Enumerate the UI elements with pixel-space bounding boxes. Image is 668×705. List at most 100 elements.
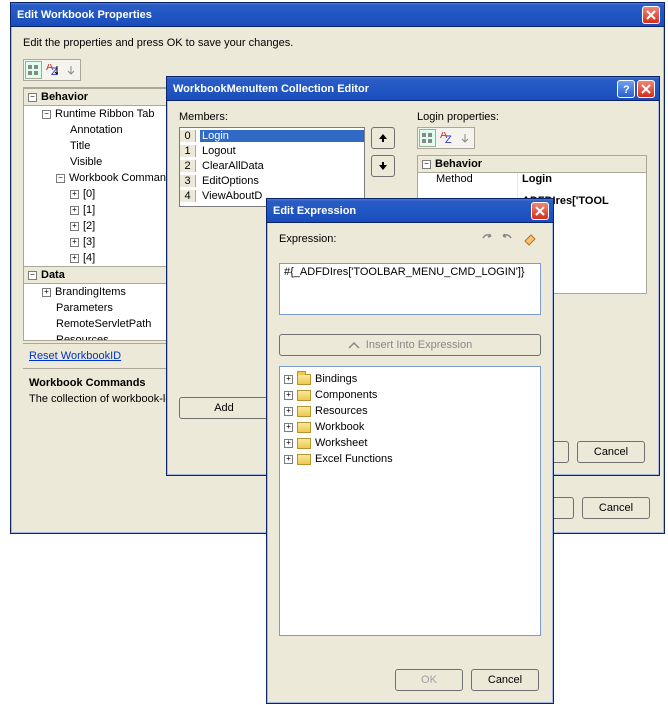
add-button[interactable]: Add [179,397,269,419]
tree-item-label: Runtime Ribbon Tab [55,108,154,120]
insert-label: Insert Into Expression [366,339,472,351]
instruction-text: Edit the properties and press OK to save… [23,37,652,49]
expand-icon[interactable]: + [70,206,79,215]
collapse-icon[interactable]: − [28,93,37,102]
propgrid-toolbar: AZ [417,127,475,149]
win2-cancel-button[interactable]: Cancel [577,441,645,463]
expand-icon[interactable]: + [284,455,293,464]
bindings-tree[interactable]: +Bindings +Components +Resources + Workbo… [279,366,541,636]
view-toolbar: AZ [23,59,81,81]
win2-help-button[interactable]: ? [617,80,635,98]
members-listbox[interactable]: 0Login 1Logout 2ClearAllData 3EditOption… [179,127,365,207]
property-value[interactable]: Login [518,173,646,189]
tree-item-label: [1] [83,204,95,216]
propgrid-sort-button[interactable] [456,129,473,147]
tree-item-label: BrandingItems [55,286,126,298]
workbook-folder-item[interactable]: + Workbook [284,419,536,435]
insert-into-expression-button[interactable]: Insert Into Expression [279,334,541,356]
reorder-buttons [371,127,395,207]
clear-button[interactable] [521,229,539,247]
behavior-group-header[interactable]: − Behavior [418,156,646,173]
member-label: ClearAllData [200,160,364,172]
redo-button[interactable] [499,229,517,247]
member-index: 0 [180,130,196,142]
undo-button[interactable] [477,229,495,247]
reset-workbook-id-link[interactable]: Reset WorkbookID [29,350,121,362]
win3-button-row: OK Cancel [395,669,539,691]
worksheet-folder-item[interactable]: + Worksheet [284,435,536,451]
member-item-login[interactable]: 0Login [180,128,364,143]
collapse-icon[interactable]: − [422,160,431,169]
expand-icon[interactable]: + [284,439,293,448]
win3-titlebar[interactable]: Edit Expression [267,199,553,223]
bindings-folder-item[interactable]: +Bindings [284,371,536,387]
method-property-row[interactable]: Method Login [418,173,646,189]
move-down-button[interactable] [371,155,395,177]
data-label: Data [41,269,65,281]
tree-item-label: Workbook Commands [69,172,178,184]
folder-icon [297,438,311,449]
sort-icon [65,64,77,76]
components-folder-item[interactable]: +Components [284,387,536,403]
tree-item-label: Parameters [56,302,113,314]
folder-open-icon [297,374,311,385]
tree-item-label: [2] [83,220,95,232]
help-icon: ? [621,84,631,94]
folder-icon [297,390,311,401]
excel-functions-folder-item[interactable]: +Excel Functions [284,451,536,467]
collapse-icon[interactable]: − [28,271,37,280]
win2-titlebar[interactable]: WorkbookMenuItem Collection Editor ? [167,77,659,101]
expression-input[interactable] [279,263,541,315]
folder-label: Worksheet [315,437,367,449]
win1-title: Edit Workbook Properties [17,9,640,21]
eraser-icon [522,230,538,246]
expand-icon[interactable]: + [70,238,79,247]
win3-close-button[interactable] [531,202,549,220]
close-icon [646,10,656,20]
svg-text:?: ? [623,84,630,94]
propgrid-alphabetical-button[interactable]: AZ [438,129,455,147]
edit-expression-window: Edit Expression Expression: Insert Into … [266,198,554,704]
expand-icon[interactable]: + [284,391,293,400]
sort-button[interactable] [62,61,79,79]
expand-icon[interactable]: + [70,254,79,263]
win3-ok-button[interactable]: OK [395,669,463,691]
arrow-up-icon [378,133,388,143]
tree-item-label: [3] [83,236,95,248]
member-item-clearalldata[interactable]: 2ClearAllData [180,158,364,173]
sort-icon [459,132,471,144]
tree-item-label: Annotation [70,124,123,136]
tree-item-label: [4] [83,252,95,264]
win1-titlebar[interactable]: Edit Workbook Properties [11,3,664,27]
folder-icon [297,454,311,465]
expand-icon[interactable]: + [284,423,293,432]
win2-close-button[interactable] [637,80,655,98]
categorized-view-button[interactable] [25,61,42,79]
expand-icon[interactable]: + [284,407,293,416]
behavior-label: Behavior [435,158,482,170]
collapse-icon[interactable]: − [42,110,51,119]
member-item-editoptions[interactable]: 3EditOptions [180,173,364,188]
propgrid-categorized-button[interactable] [419,129,436,147]
expand-icon[interactable]: + [42,288,51,297]
win3-cancel-button[interactable]: Cancel [471,669,539,691]
arrow-down-icon [378,161,388,171]
folder-label: Workbook [315,421,364,433]
alphabetical-view-button[interactable]: AZ [44,61,61,79]
member-index: 3 [180,175,196,187]
win1-cancel-button[interactable]: Cancel [582,497,650,519]
expand-icon[interactable]: + [70,190,79,199]
alphabetical-icon: AZ [440,132,452,144]
collapse-icon[interactable]: − [56,174,65,183]
member-index: 4 [180,190,196,202]
member-label: Logout [200,145,364,157]
expand-icon[interactable]: + [70,222,79,231]
property-name: Method [418,173,518,189]
expand-icon[interactable]: + [284,375,293,384]
resources-folder-item[interactable]: +Resources [284,403,536,419]
svg-text:Z: Z [445,134,452,144]
close-icon [535,206,545,216]
move-up-button[interactable] [371,127,395,149]
member-item-logout[interactable]: 1Logout [180,143,364,158]
win1-close-button[interactable] [642,6,660,24]
